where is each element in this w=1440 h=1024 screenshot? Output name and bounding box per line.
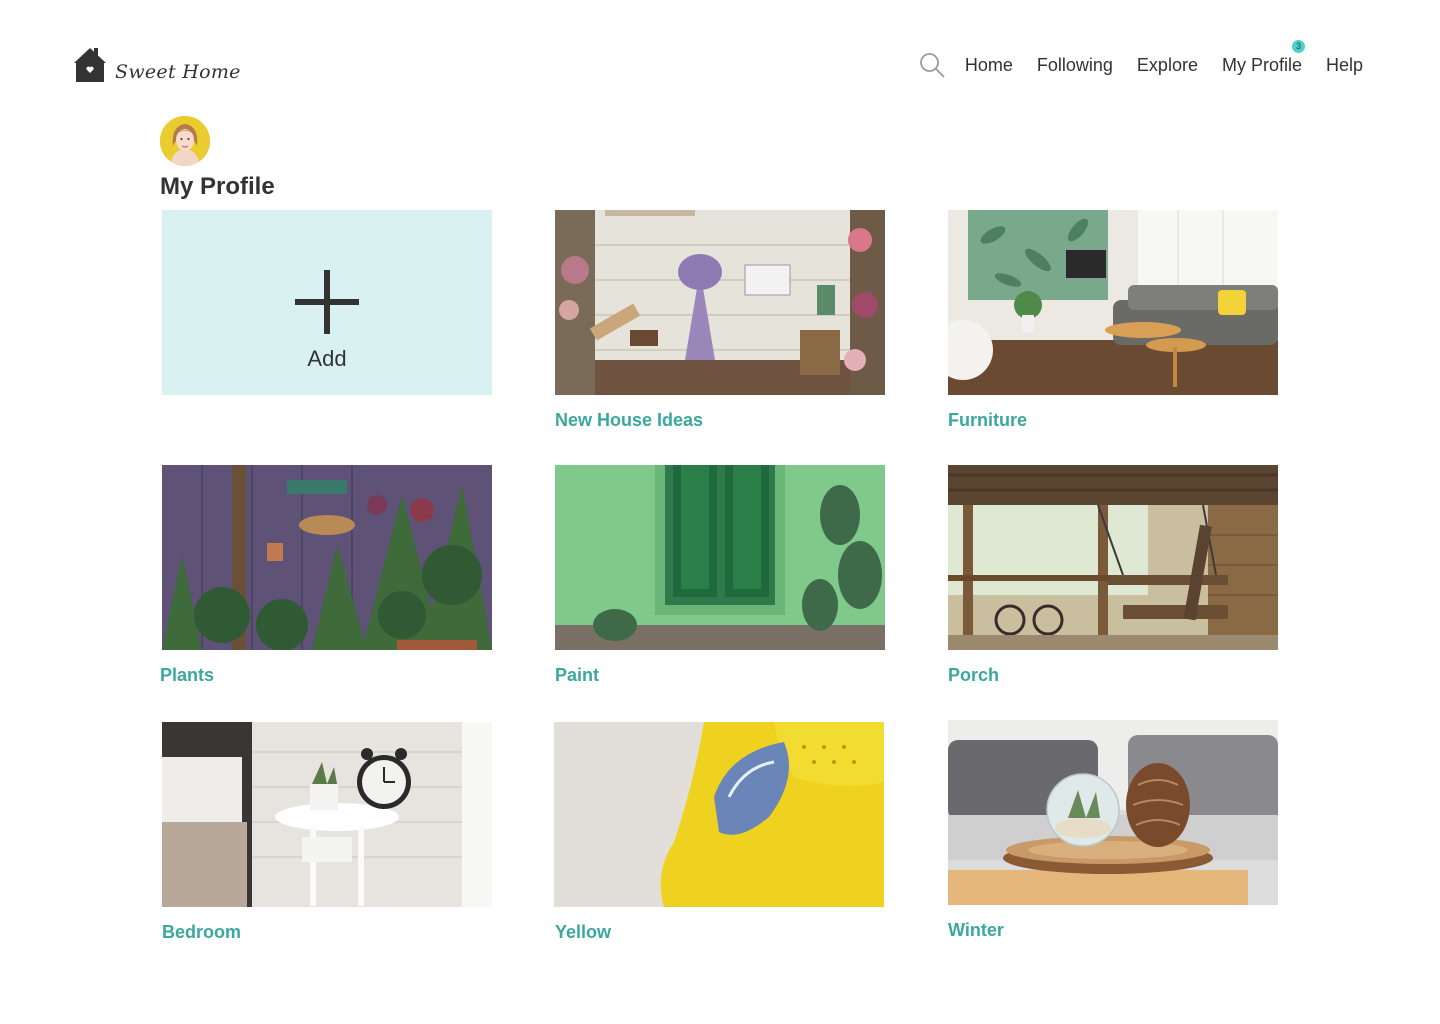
nav-help[interactable]: Help — [1326, 53, 1363, 77]
board-thumbnail — [948, 210, 1278, 395]
board-thumbnail — [554, 722, 884, 907]
board-title: Porch — [948, 665, 1000, 685]
board-card[interactable]: Furniture — [948, 210, 1278, 430]
add-board-label: Add — [307, 346, 347, 371]
board-thumbnail — [948, 465, 1278, 650]
board-thumbnail — [162, 722, 492, 907]
page-title: My Profile — [160, 173, 275, 200]
board-thumbnail — [162, 465, 492, 650]
board-title: Yellow — [555, 922, 612, 942]
board-title: Furniture — [948, 410, 1027, 430]
main-nav: Home Following Explore My Profile 3 Help — [919, 40, 1363, 78]
avatar[interactable] — [160, 116, 210, 166]
board-title: New House Ideas — [555, 410, 704, 430]
search-icon[interactable] — [919, 52, 945, 78]
board-card[interactable]: Porch — [948, 465, 1278, 685]
house-heart-icon — [74, 48, 106, 82]
nav-explore[interactable]: Explore — [1137, 53, 1198, 77]
board-title: Winter — [948, 920, 1004, 940]
plus-icon — [295, 270, 359, 334]
board-thumbnail — [555, 465, 885, 650]
brand-logo[interactable]: Sweet Home — [74, 46, 241, 82]
brand-name: Sweet Home — [115, 61, 241, 83]
board-thumbnail — [555, 210, 885, 395]
board-title: Plants — [160, 665, 215, 685]
nav-home[interactable]: Home — [965, 53, 1013, 77]
board-card[interactable]: Winter — [948, 720, 1278, 940]
board-card[interactable]: Plants — [160, 465, 492, 685]
board-card[interactable]: Bedroom — [162, 722, 492, 942]
board-card[interactable]: Paint — [555, 465, 885, 685]
notification-badge: 3 — [1291, 40, 1305, 53]
nav-my-profile-label: My Profile — [1221, 55, 1302, 75]
board-thumbnail — [948, 720, 1278, 905]
board-title: Bedroom — [162, 922, 242, 942]
board-title: Paint — [555, 665, 600, 685]
board-card[interactable]: New House Ideas — [555, 210, 885, 430]
board-card[interactable]: Yellow — [554, 722, 884, 942]
add-board-button[interactable]: Add — [162, 210, 492, 395]
avatar-image — [160, 116, 210, 166]
nav-my-profile[interactable]: My Profile 3 — [1221, 40, 1305, 77]
nav-following[interactable]: Following — [1037, 53, 1113, 77]
